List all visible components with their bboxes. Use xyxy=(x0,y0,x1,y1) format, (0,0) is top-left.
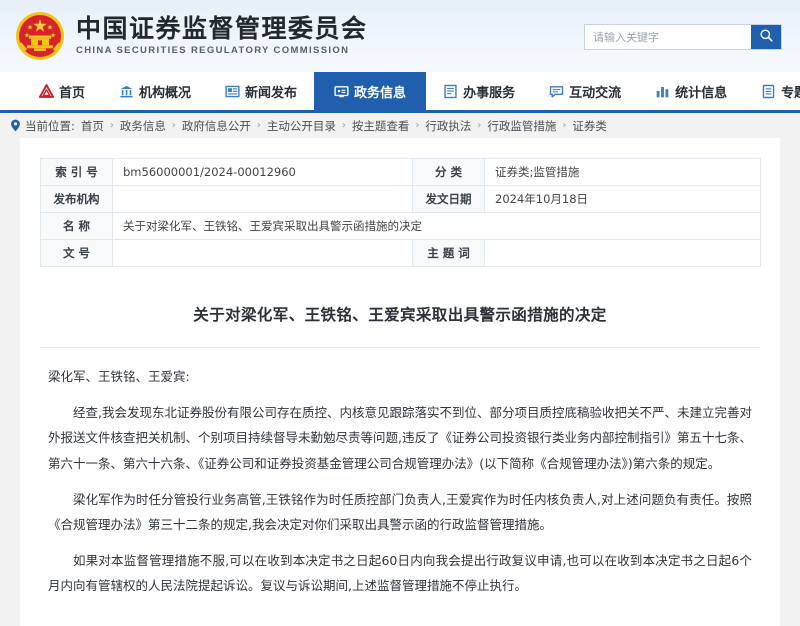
nav-label-interaction: 互动交流 xyxy=(569,85,622,101)
search-icon xyxy=(759,28,774,46)
site-title-cn: 中国证券监督管理委员会 xyxy=(76,13,368,43)
site-header: 中国证券监督管理委员会 CHINA SECURITIES REGULATORY … xyxy=(0,0,800,72)
nav-item-interaction[interactable]: 互动交流 xyxy=(532,72,638,110)
meta-label-subject-terms: 主 题 词 xyxy=(412,239,485,267)
page-title: 关于对梁化军、王铁铭、王爱宾采取出具警示函措施的决定 xyxy=(193,306,607,324)
nav-label-organization: 机构概况 xyxy=(139,85,192,101)
search-button[interactable] xyxy=(751,25,781,49)
meta-label-issuing-agency: 发布机构 xyxy=(40,185,113,213)
breadcrumb-item-2[interactable]: 政府信息公开 xyxy=(182,118,251,134)
site-title-en: CHINA SECURITIES REGULATORY COMMISSION xyxy=(76,45,350,57)
nav-label-home: 首页 xyxy=(59,85,86,101)
breadcrumb-item-0[interactable]: 首页 xyxy=(81,118,104,134)
nav-item-news[interactable]: 新闻发布 xyxy=(208,72,314,110)
document-paragraph-3: 如果对本监督管理措施不服,可以在收到本决定书之日起60日内向我会提出行政复议申请… xyxy=(48,552,752,594)
bar-chart-icon xyxy=(655,84,670,99)
meta-label-index-number: 索 引 号 xyxy=(40,158,113,186)
breadcrumb-item-7[interactable]: 证券类 xyxy=(572,118,607,134)
table-row: 文 号 主 题 词 xyxy=(40,239,761,267)
breadcrumb-label: 当前位置: xyxy=(25,118,75,133)
site-brand: 中国证券监督管理委员会 CHINA SECURITIES REGULATORY … xyxy=(14,10,368,62)
meta-value-name: 关于对梁化军、王铁铭、王爱宾采取出具警示函措施的决定 xyxy=(112,212,761,240)
nav-item-government-info[interactable]: 政务信息 xyxy=(314,72,427,110)
bank-icon xyxy=(119,84,134,99)
breadcrumb-separator: › xyxy=(477,120,482,131)
meta-value-category: 证券类;监管措施 xyxy=(484,158,761,186)
meta-label-issue-date: 发文日期 xyxy=(412,185,485,213)
breadcrumb-item-1[interactable]: 政务信息 xyxy=(120,118,166,134)
csrc-logo-icon xyxy=(38,83,55,99)
table-row: 名 称 关于对梁化军、王铁铭、王爱宾采取出具警示函措施的决定 xyxy=(40,212,761,240)
breadcrumb-separator: › xyxy=(256,120,261,131)
nav-label-government-info: 政务信息 xyxy=(354,85,407,101)
nav-label-news: 新闻发布 xyxy=(245,85,298,101)
newspaper-icon xyxy=(225,84,240,99)
nav-label-statistics: 统计信息 xyxy=(675,85,728,101)
brand-text-block: 中国证券监督管理委员会 CHINA SECURITIES REGULATORY … xyxy=(76,13,368,57)
document-metadata-table: 索 引 号 bm56000001/2024-00012960 分 类 证券类;监… xyxy=(40,158,761,267)
breadcrumb-item-3[interactable]: 主动公开目录 xyxy=(267,118,336,134)
nav-item-services[interactable]: 办事服务 xyxy=(426,72,532,110)
file-icon xyxy=(761,84,776,99)
breadcrumb-separator: › xyxy=(171,120,176,131)
document-list-icon xyxy=(443,84,458,99)
site-search[interactable] xyxy=(584,24,782,50)
meta-value-issuing-agency xyxy=(112,185,413,213)
monitor-icon xyxy=(334,84,349,99)
main-navigation: 首页 机构概况 新闻发布 政务信息 办事服务 互动交流 统计信息 专 xyxy=(0,72,800,113)
table-row: 发布机构 发文日期 2024年10月18日 xyxy=(40,185,761,213)
breadcrumb-item-6[interactable]: 行政监管措施 xyxy=(487,118,556,134)
nav-item-statistics[interactable]: 统计信息 xyxy=(638,72,744,110)
meta-label-name: 名 称 xyxy=(40,212,113,240)
content-card: 索 引 号 bm56000001/2024-00012960 分 类 证券类;监… xyxy=(20,138,780,626)
document-body: 梁化军、王铁铭、王爱宾: 经查,我会发现东北证券股份有限公司存在质控、内核意见跟… xyxy=(40,348,760,599)
meta-value-document-number xyxy=(112,239,413,267)
breadcrumb-item-5[interactable]: 行政执法 xyxy=(425,118,471,134)
table-row: 索 引 号 bm56000001/2024-00012960 分 类 证券类;监… xyxy=(40,158,761,186)
breadcrumb-separator: › xyxy=(109,120,114,131)
document-paragraph-salutation: 梁化军、王铁铭、王爱宾: xyxy=(48,369,190,384)
nav-item-special-columns[interactable]: 专题专栏 xyxy=(744,72,800,110)
nav-label-services: 办事服务 xyxy=(463,85,516,101)
chat-bubble-icon xyxy=(549,84,564,99)
search-input[interactable] xyxy=(585,25,751,49)
document-paragraph-1: 经查,我会发现东北证券股份有限公司存在质控、内核意见跟踪落实不到位、部分项目质控… xyxy=(48,404,752,471)
nav-item-organization[interactable]: 机构概况 xyxy=(102,72,208,110)
breadcrumb-item-4[interactable]: 按主题查看 xyxy=(352,118,410,134)
nav-item-home[interactable]: 首页 xyxy=(22,72,102,110)
meta-label-category: 分 类 xyxy=(412,158,485,186)
breadcrumb-separator: › xyxy=(562,120,567,131)
meta-value-index-number: bm56000001/2024-00012960 xyxy=(112,158,413,186)
meta-value-subject-terms xyxy=(484,239,761,267)
location-pin-icon xyxy=(10,119,21,132)
nav-label-special-columns: 专题专栏 xyxy=(781,85,800,101)
breadcrumb-separator: › xyxy=(415,120,420,131)
breadcrumb-separator: › xyxy=(341,120,346,131)
meta-value-issue-date: 2024年10月18日 xyxy=(484,185,761,213)
meta-label-document-number: 文 号 xyxy=(40,239,113,267)
document-paragraph-2: 梁化军作为时任分管投行业务高管,王铁铭作为时任质控部门负责人,王爱宾作为时任内核… xyxy=(48,491,752,533)
breadcrumb: 当前位置: 首页 › 政务信息 › 政府信息公开 › 主动公开目录 › 按主题查… xyxy=(0,113,800,138)
china-national-emblem-icon xyxy=(14,10,66,62)
